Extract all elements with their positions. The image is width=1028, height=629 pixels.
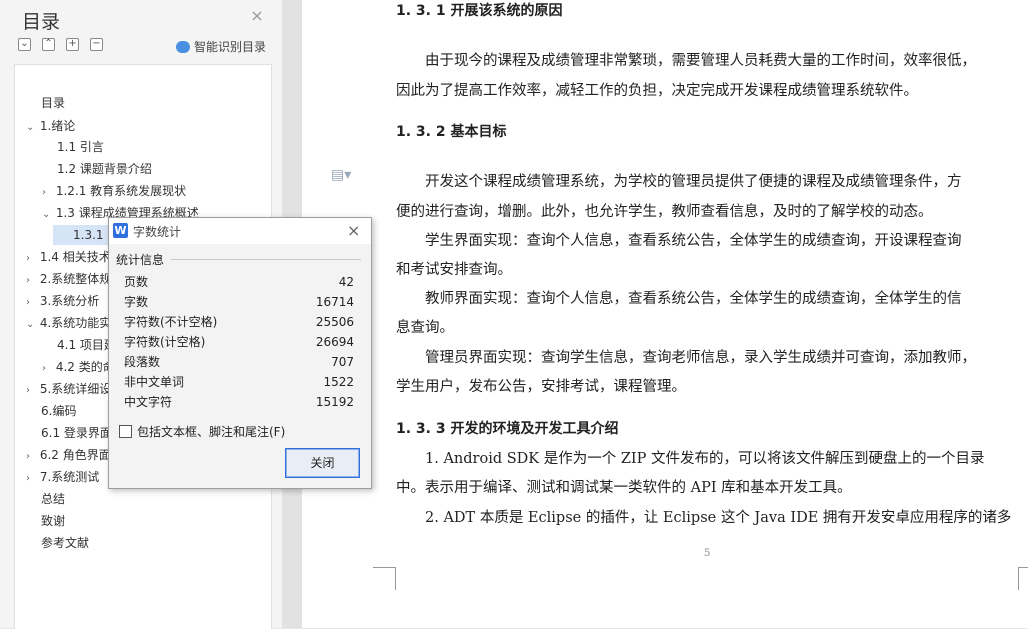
- divider: [171, 259, 361, 260]
- toc-item[interactable]: › 3.系统分析: [26, 291, 99, 311]
- toc-item[interactable]: ⌄ 4.系统功能实: [26, 313, 111, 333]
- doc-line: 因此为了提高工作效率，减轻工作的负担，决定完成开发课程成绩管理系统软件。: [396, 83, 918, 99]
- stat-row: 非中文单词 1522: [124, 375, 354, 389]
- stat-row: 字数 16714: [124, 295, 354, 309]
- stat-row: 段落数 707: [124, 355, 354, 369]
- stat-row: 字符数(计空格) 26694: [124, 335, 354, 349]
- close-icon[interactable]: ×: [347, 221, 360, 240]
- doc-line: 便的进行查询，增删。此外，也允许学生，教师查看信息，及时的了解学校的动态。: [396, 204, 933, 220]
- smart-toc-label: 智能识别目录: [194, 40, 267, 54]
- page-corner-mark: [373, 567, 396, 590]
- chevron-down-icon[interactable]: ⌄: [26, 315, 36, 335]
- doc-heading: 1. 3. 3 开发的环境及开发工具介绍: [396, 421, 619, 437]
- dialog-titlebar[interactable]: W 字数统计 ×: [109, 218, 371, 244]
- chevron-right-icon[interactable]: ›: [26, 469, 36, 489]
- toc-item[interactable]: 1.1 引言: [57, 137, 104, 157]
- toc-item[interactable]: 1.2 课题背景介绍: [57, 159, 152, 179]
- chevron-right-icon[interactable]: ›: [26, 447, 36, 467]
- toc-item[interactable]: 6.1 登录界面: [41, 423, 112, 443]
- chevron-right-icon[interactable]: ›: [42, 359, 52, 379]
- chevron-right-icon[interactable]: ›: [26, 293, 36, 313]
- page-number: 5: [704, 548, 711, 559]
- toc-item[interactable]: › 5.系统详细设: [26, 379, 111, 399]
- word-count-dialog: W 字数统计 × 统计信息 页数 42 字数 16714 字符数(不计空格) 2550…: [108, 217, 372, 489]
- chevron-right-icon[interactable]: ›: [26, 381, 36, 401]
- page-corner-mark: [1018, 567, 1028, 590]
- page-options-icon[interactable]: ▤▾: [331, 167, 351, 183]
- smart-toc-button[interactable]: 智能识别目录: [176, 38, 266, 55]
- toc-item[interactable]: ⌄ 1.绪论: [26, 116, 75, 136]
- doc-line: 和考试安排查询。: [396, 262, 512, 278]
- toc-item[interactable]: › 6.2 角色界面: [26, 445, 111, 465]
- chevron-right-icon[interactable]: ›: [26, 249, 36, 269]
- expand-all-icon[interactable]: ⌃: [42, 38, 55, 51]
- chevron-down-icon[interactable]: ⌄: [42, 205, 52, 225]
- doc-line: 2. ADT 本质是 Eclipse 的插件，让 Eclipse 这个 Java…: [425, 510, 1012, 526]
- doc-line: 管理员界面实现：查询学生信息，查询老师信息，录入学生成绩并可查询，添加教师，: [425, 350, 976, 366]
- toc-item[interactable]: › 7.系统测试: [26, 467, 99, 487]
- doc-line: 开发这个课程成绩管理系统，为学校的管理员提供了便捷的课程及成绩管理条件，方: [425, 174, 962, 190]
- toc-item[interactable]: 总结: [41, 489, 65, 509]
- doc-line: 学生用户，发布公告，安排考试，课程管理。: [396, 379, 686, 395]
- include-textbox-checkbox[interactable]: [119, 425, 132, 438]
- include-textbox-label[interactable]: 包括文本框、脚注和尾注(F): [137, 423, 285, 440]
- smart-toc-icon: [176, 41, 190, 53]
- collapse-all-icon[interactable]: ⌄: [18, 38, 31, 51]
- stat-row: 字符数(不计空格) 25506: [124, 315, 354, 329]
- toc-item[interactable]: › 4.2 类的命: [42, 357, 115, 377]
- doc-line: 中。表示用于编译、测试和调试某一类软件的 API 库和基本开发工具。: [396, 480, 852, 496]
- doc-line: 1. Android SDK 是作为一个 ZIP 文件发布的，可以将该文件解压到…: [425, 451, 985, 467]
- chevron-right-icon[interactable]: ›: [42, 183, 52, 203]
- remove-heading-icon[interactable]: −: [90, 38, 103, 51]
- toc-item[interactable]: 目录: [41, 93, 65, 113]
- doc-line: 由于现今的课程及成绩管理非常繁琐，需要管理人员耗费大量的工作时间，效率很低，: [425, 53, 976, 69]
- toc-close-icon[interactable]: ×: [250, 8, 264, 24]
- toc-item[interactable]: 6.编码: [41, 401, 76, 421]
- stat-row: 页数 42: [124, 275, 354, 289]
- toc-item[interactable]: › 1.4 相关技术: [26, 247, 111, 267]
- doc-heading: 1. 3. 2 基本目标: [396, 124, 507, 140]
- doc-line: 学生界面实现：查询个人信息，查看系统公告，全体学生的成绩查询，开设课程查询: [425, 233, 962, 249]
- add-heading-icon[interactable]: +: [66, 38, 79, 51]
- stat-row: 中文字符 15192: [124, 395, 354, 409]
- toc-item[interactable]: 致谢: [41, 511, 65, 531]
- toc-item[interactable]: 参考文献: [41, 533, 89, 553]
- doc-line: 教师界面实现：查询个人信息，查看系统公告，全体学生的成绩查询，全体学生的信: [425, 291, 962, 307]
- toc-title: 目录: [22, 11, 61, 33]
- toc-item[interactable]: › 1.2.1 教育系统发展现状: [42, 181, 186, 201]
- toc-item[interactable]: › 2.系统整体规: [26, 269, 111, 289]
- doc-line: 息查询。: [396, 320, 454, 336]
- chevron-right-icon[interactable]: ›: [26, 271, 36, 291]
- dialog-title: 字数统计: [133, 225, 182, 239]
- stats-section-label: 统计信息: [116, 253, 165, 267]
- chevron-down-icon[interactable]: ⌄: [26, 118, 36, 138]
- doc-heading: 1. 3. 1 开展该系统的原因: [396, 3, 563, 19]
- wps-writer-icon: W: [113, 223, 128, 238]
- close-button[interactable]: 关闭: [285, 448, 360, 478]
